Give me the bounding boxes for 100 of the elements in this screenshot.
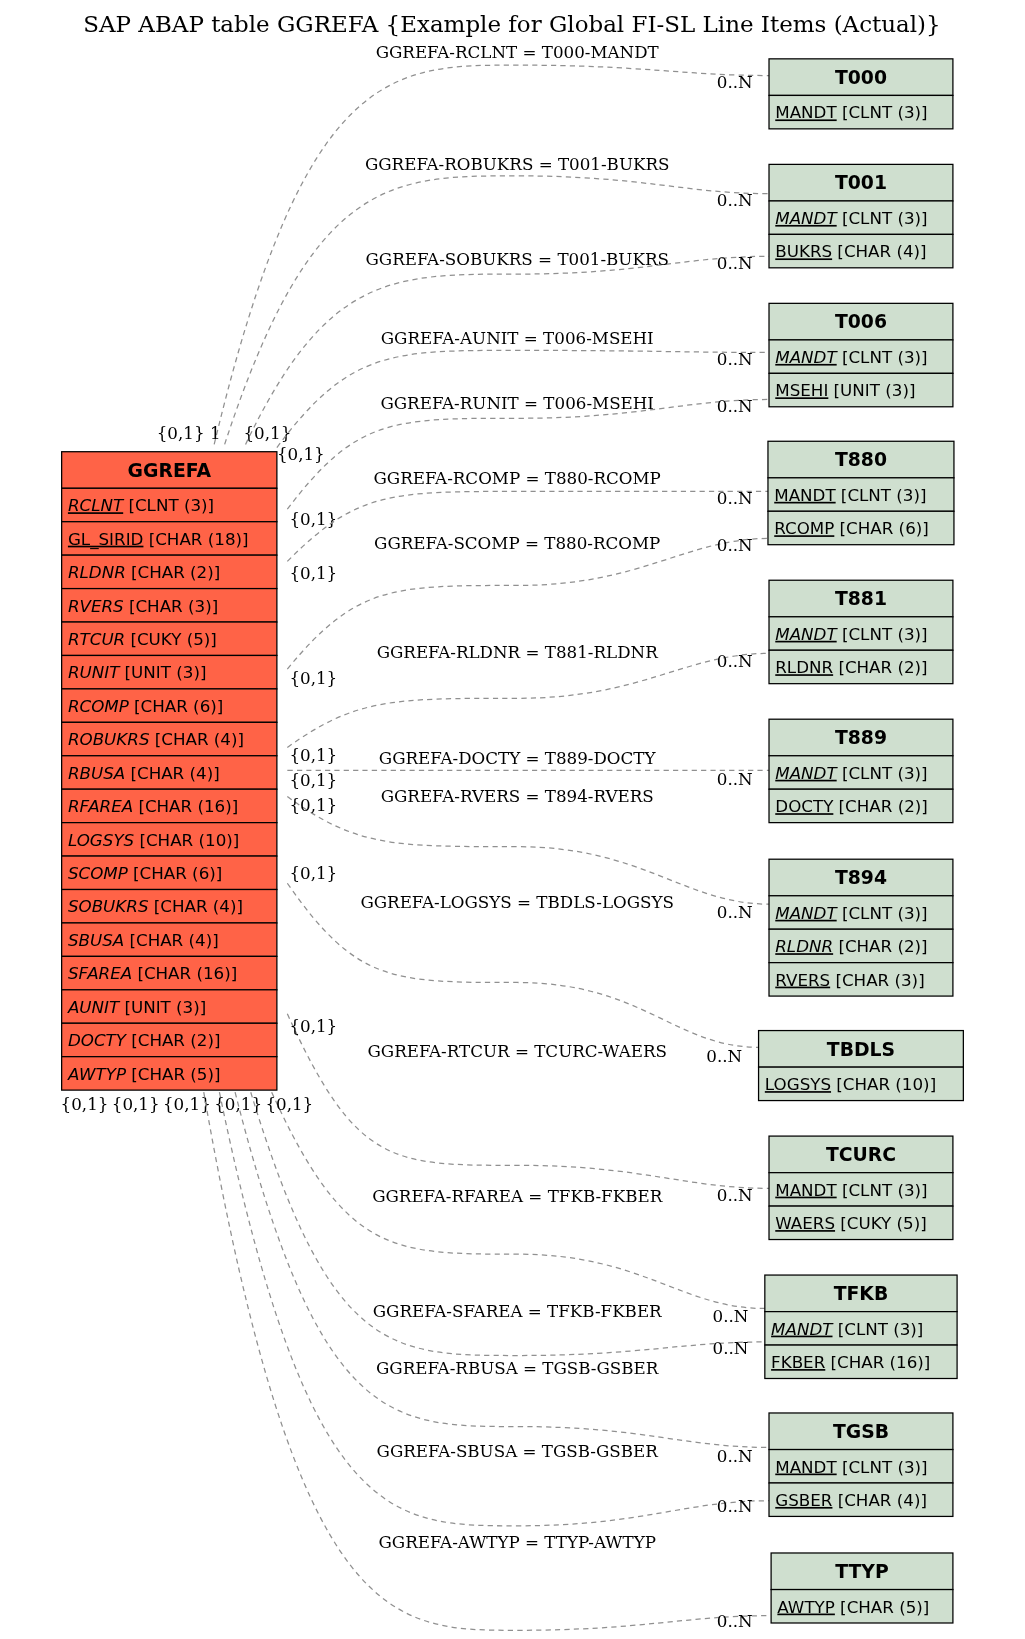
table-field: LOGSYS [CHAR (10)] — [757, 1066, 964, 1102]
cardinality-label: 0..N — [716, 901, 753, 922]
cardinality-label: 0..N — [716, 1184, 753, 1205]
table-field: RFAREA [CHAR (16)] — [61, 788, 278, 824]
table-field: SOBUKRS [CHAR (4)] — [61, 888, 278, 924]
table-field: GSBER [CHAR (4)] — [768, 1482, 954, 1518]
table-field: RVERS [CHAR (3)] — [61, 587, 278, 623]
cardinality-label: 0..N — [716, 1446, 753, 1467]
relation-label: GGREFA-RVERS = T894-RVERS — [380, 785, 654, 806]
cardinality-label: {0,1} — [214, 1093, 262, 1114]
relation-label: GGREFA-RCLNT = T000-MANDT — [375, 41, 659, 62]
cardinality-label: 1 — [210, 423, 221, 444]
table-header: TBDLS — [757, 1029, 964, 1068]
table-field: MANDT [CLNT (3)] — [768, 94, 954, 130]
cardinality-label: {0,1} — [163, 1093, 211, 1114]
table-field: GL_SIRID [CHAR (18)] — [61, 521, 278, 556]
relation-label: GGREFA-SCOMP = T880-RCOMP — [374, 532, 661, 553]
table-field: MANDT [CLNT (3)] — [768, 1448, 954, 1484]
table-field: AWTYP [CHAR (5)] — [61, 1056, 278, 1091]
relation-label: GGREFA-RFAREA = TFKB-FKBER — [372, 1185, 663, 1206]
relation-label: GGREFA-LOGSYS = TBDLS-LOGSYS — [360, 892, 674, 913]
table-field: MANDT [CLNT (3)] — [768, 895, 954, 930]
table-field: MANDT [CLNT (3)] — [768, 200, 954, 235]
cardinality-label: 0..N — [712, 1338, 749, 1359]
cardinality-label: 0..N — [716, 1496, 753, 1517]
cardinality-label: {0,1} — [265, 1093, 314, 1114]
table-field: RTCUR [CUKY (5)] — [61, 621, 278, 657]
table-header: TCURC — [768, 1135, 954, 1174]
cardinality-label: {0,1} — [289, 667, 338, 688]
table-field: MANDT [CLNT (3)] — [764, 1311, 958, 1346]
cardinality-label: 0..N — [716, 72, 753, 93]
table-field: RLDNR [CHAR (2)] — [61, 554, 278, 590]
relation-label: GGREFA-AUNIT = T006-MSEHI — [380, 328, 654, 349]
cardinality-label: {0,1} — [156, 423, 205, 444]
cardinality-label: 0..N — [716, 650, 753, 671]
cardinality-label: {0,1} — [243, 423, 292, 444]
table-header: TFKB — [764, 1274, 958, 1313]
table-field: RVERS [CHAR (3)] — [768, 962, 954, 997]
table-header: TTYP — [770, 1552, 954, 1591]
cardinality-label: 0..N — [716, 769, 753, 789]
relation-label: GGREFA-SBUSA = TGSB-GSBER — [376, 1440, 658, 1461]
table-field: WAERS [CUKY (5)] — [768, 1205, 954, 1241]
table-field: FKBER [CHAR (16)] — [764, 1344, 958, 1380]
relation-label: GGREFA-RTCUR = TCURC-WAERS — [367, 1040, 667, 1061]
table-field: MSEHI [UNIT (3)] — [768, 372, 954, 408]
table-field: SCOMP [CHAR (6)] — [61, 855, 278, 891]
cardinality-label: {0,1} — [111, 1093, 160, 1114]
table-field: SBUSA [CHAR (4)] — [61, 922, 278, 957]
table-field: MANDT [CLNT (3)] — [768, 755, 954, 790]
cardinality-label: 0..N — [716, 252, 753, 273]
table-field: RCLNT [CLNT (3)] — [61, 487, 278, 523]
relation-label: GGREFA-AWTYP = TTYP-AWTYP — [378, 1531, 656, 1552]
table-header: T000 — [768, 58, 954, 97]
table-field: RLDNR [CHAR (2)] — [768, 649, 954, 685]
relation-label: GGREFA-DOCTY = T889-DOCTY — [378, 748, 656, 769]
table-field: RLDNR [CHAR (2)] — [768, 928, 954, 964]
cardinality-label: 0..N — [716, 190, 753, 211]
cardinality-label: {0,1} — [289, 745, 338, 765]
relation-label: GGREFA-RBUSA = TGSB-GSBER — [376, 1358, 659, 1379]
relation-label: GGREFA-RLDNR = T881-RLDNR — [376, 641, 658, 662]
table-field: RUNIT [UNIT (3)] — [61, 654, 278, 690]
cardinality-label: 0..N — [706, 1045, 743, 1066]
cardinality-label: {0,1} — [289, 508, 338, 529]
table-field: DOCTY [CHAR (2)] — [768, 788, 954, 824]
table-header: GGREFA — [61, 451, 278, 489]
cardinality-label: {0,1} — [289, 795, 338, 816]
table-header: T006 — [768, 302, 954, 341]
relation-label: GGREFA-RCOMP = T880-RCOMP — [373, 468, 661, 489]
table-field: MANDT [CLNT (3)] — [768, 1172, 954, 1207]
table-header: TGSB — [768, 1412, 954, 1451]
table-header: T880 — [767, 440, 955, 479]
cardinality-label: 0..N — [716, 534, 753, 555]
table-field: RCOMP [CHAR (6)] — [767, 510, 955, 546]
table-field: AUNIT [UNIT (3)] — [61, 989, 278, 1024]
relation-label: GGREFA-RUNIT = T006-MSEHI — [380, 392, 654, 413]
relation-label: GGREFA-SFAREA = TFKB-FKBER — [372, 1300, 662, 1321]
cardinality-label: 0..N — [716, 1611, 753, 1632]
cardinality-label: {0,1} — [60, 1093, 109, 1114]
table-field: RCOMP [CHAR (6)] — [61, 688, 278, 723]
table-field: MANDT [CLNT (3)] — [768, 339, 954, 374]
relation-label: GGREFA-ROBUKRS = T001-BUKRS — [364, 153, 670, 174]
table-field: MANDT [CLNT (3)] — [768, 616, 954, 651]
cardinality-label: {0,1} — [289, 1015, 338, 1036]
cardinality-label: {0,1} — [289, 863, 338, 884]
cardinality-label: 0..N — [712, 1306, 749, 1327]
diagram-title: SAP ABAP table GGREFA {Example for Global FI-SL Line Items (Actual)} — [83, 10, 941, 37]
table-header: T889 — [768, 718, 954, 757]
cardinality-label: {0,1} — [276, 444, 325, 465]
table-field: MANDT [CLNT (3)] — [767, 477, 955, 512]
cardinality-label: 0..N — [716, 349, 753, 369]
cardinality-label: 0..N — [716, 487, 753, 508]
table-field: RBUSA [CHAR (4)] — [61, 755, 278, 790]
table-header: T881 — [768, 579, 954, 618]
cardinality-label: {0,1} — [289, 563, 338, 584]
cardinality-label: {0,1} — [289, 770, 338, 791]
table-field: AWTYP [CHAR (5)] — [770, 1588, 954, 1624]
relation-label: GGREFA-SOBUKRS = T001-BUKRS — [365, 248, 669, 269]
table-header: T001 — [768, 163, 954, 202]
table-field: BUKRS [CHAR (4)] — [768, 233, 954, 269]
table-field: ROBUKRS [CHAR (4)] — [61, 721, 278, 757]
